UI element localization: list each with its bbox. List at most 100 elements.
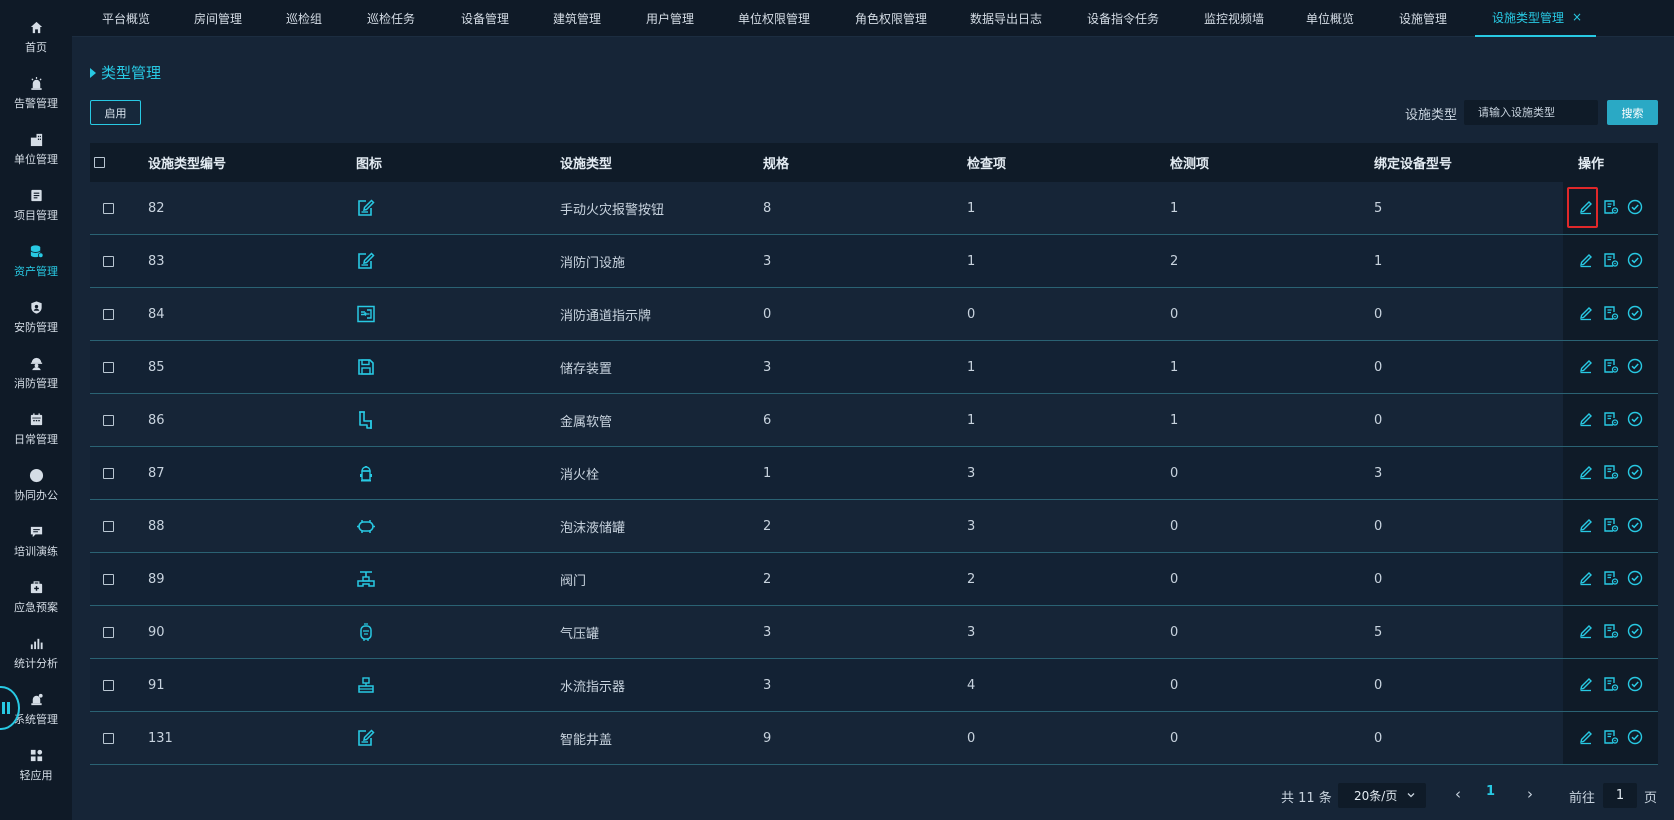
edit-button[interactable] — [1577, 518, 1594, 535]
config-button[interactable] — [1602, 358, 1619, 376]
tab[interactable]: 房间管理 — [194, 0, 242, 37]
tab[interactable]: 巡检组 — [286, 0, 322, 37]
row-checkbox[interactable] — [103, 467, 114, 479]
sidebar-item[interactable]: 资产管理 — [0, 233, 72, 289]
tab[interactable]: 设施类型管理 × — [1475, 0, 1597, 37]
row-checkbox[interactable] — [103, 361, 114, 373]
edit-button[interactable] — [1577, 412, 1594, 429]
sidebar-item[interactable]: 应急预案 — [0, 569, 72, 625]
sidebar-item[interactable]: 项目管理 — [0, 177, 72, 233]
tab[interactable]: 监控视频墙 — [1204, 0, 1264, 37]
sidebar-item[interactable]: 培训演练 — [0, 513, 72, 569]
enable-row-button[interactable] — [1626, 570, 1643, 588]
row-checkbox[interactable] — [103, 679, 114, 691]
edit-button[interactable] — [1577, 359, 1594, 376]
prev-page-button[interactable]: ‹ — [1449, 784, 1467, 804]
enable-row-button[interactable] — [1626, 464, 1643, 482]
enable-row-button[interactable] — [1626, 252, 1643, 272]
cell-check: 1 — [967, 253, 976, 269]
select-all-checkbox[interactable] — [94, 157, 105, 168]
edit-button[interactable] — [1577, 571, 1594, 588]
search-button[interactable]: 搜索 — [1607, 100, 1658, 125]
edit-button[interactable] — [1577, 624, 1594, 641]
tab[interactable]: 建筑管理 — [553, 0, 601, 37]
sidebar-item[interactable]: 协同办公 — [0, 457, 72, 513]
row-checkbox[interactable] — [103, 414, 114, 426]
enable-row-button[interactable] — [1626, 676, 1643, 694]
enable-row-button[interactable] — [1626, 411, 1643, 431]
edit-button[interactable] — [1577, 253, 1594, 270]
cell-model: 0 — [1374, 412, 1383, 428]
check-circle-icon — [1627, 411, 1643, 431]
edit-button[interactable] — [1577, 730, 1594, 747]
tab[interactable]: 设备指令任务 — [1087, 0, 1159, 37]
goto-page-input[interactable] — [1603, 783, 1637, 808]
enable-row-button[interactable] — [1626, 358, 1643, 376]
cell-spec: 6 — [763, 412, 772, 428]
doc-settings-icon — [1603, 676, 1619, 696]
sidebar-item-label: 消防管理 — [14, 377, 58, 390]
current-page[interactable]: 1 — [1486, 784, 1495, 799]
edit-button[interactable] — [1577, 465, 1594, 482]
config-button[interactable] — [1602, 517, 1619, 535]
config-button[interactable] — [1602, 199, 1619, 217]
cell-id: 83 — [148, 253, 165, 269]
row-checkbox[interactable] — [103, 732, 114, 744]
sidebar-item[interactable]: 安防管理 — [0, 289, 72, 345]
edit-button[interactable] — [1577, 306, 1594, 323]
row-checkbox[interactable] — [103, 308, 114, 320]
config-button[interactable] — [1602, 676, 1619, 696]
sidebar-item-label: 资产管理 — [14, 265, 58, 278]
page-size-select[interactable]: 20条/页 — [1338, 783, 1426, 808]
row-checkbox[interactable] — [103, 520, 114, 532]
cell-model: 5 — [1374, 200, 1383, 216]
sidebar-item[interactable]: 首页 — [0, 9, 72, 65]
config-button[interactable] — [1602, 729, 1619, 747]
tab[interactable]: 平台概览 — [102, 0, 150, 37]
config-button[interactable] — [1602, 464, 1619, 482]
config-button[interactable] — [1602, 411, 1619, 429]
edit-button[interactable] — [1577, 200, 1594, 217]
config-button[interactable] — [1602, 252, 1619, 270]
row-checkbox[interactable] — [103, 626, 114, 638]
sidebar-item[interactable]: 日常管理 — [0, 401, 72, 457]
sidebar-item[interactable]: 告警管理 — [0, 65, 72, 121]
close-icon[interactable]: × — [1572, 10, 1582, 24]
sidebar-item[interactable]: 单位管理 — [0, 121, 72, 177]
sidebar-item[interactable]: 统计分析 — [0, 625, 72, 681]
tab[interactable]: 数据导出日志 — [970, 0, 1042, 37]
edit-button[interactable] — [1577, 677, 1594, 694]
row-checkbox[interactable] — [103, 255, 114, 267]
tab[interactable]: 用户管理 — [646, 0, 694, 37]
table-row: 84 消防通道指示牌 0 0 0 0 — [90, 288, 1658, 341]
cell-type: 储存装置 — [560, 361, 613, 377]
enable-button[interactable]: 启用 — [90, 100, 141, 125]
sidebar-item[interactable]: 消防管理 — [0, 345, 72, 401]
enable-row-button[interactable] — [1626, 517, 1643, 535]
next-page-button[interactable]: › — [1521, 784, 1539, 804]
tab[interactable]: 巡检任务 — [367, 0, 415, 37]
cell-type: 水流指示器 — [560, 679, 626, 695]
tab[interactable]: 设备管理 — [461, 0, 509, 37]
enable-row-button[interactable] — [1626, 305, 1643, 323]
tab[interactable]: 设施管理 — [1399, 0, 1447, 37]
config-button[interactable] — [1602, 570, 1619, 588]
table-row: 82 手动火灾报警按钮 8 1 1 5 — [90, 182, 1658, 235]
sidebar-item[interactable]: 轻应用 — [0, 737, 72, 793]
tab[interactable]: 单位概览 — [1306, 0, 1354, 37]
config-button[interactable] — [1602, 623, 1619, 641]
tab[interactable]: 单位权限管理 — [738, 0, 810, 37]
row-checkbox[interactable] — [103, 573, 114, 585]
sidebar-item-label: 首页 — [25, 41, 47, 54]
check-circle-icon — [1627, 252, 1643, 272]
enable-row-button[interactable] — [1626, 729, 1643, 747]
enable-row-button[interactable] — [1626, 199, 1643, 217]
cell-id: 88 — [148, 518, 165, 534]
tab-label: 设施管理 — [1399, 11, 1448, 26]
tab[interactable]: 角色权限管理 — [855, 0, 927, 37]
row-checkbox[interactable] — [103, 202, 114, 214]
search-input[interactable] — [1464, 100, 1598, 125]
enable-row-button[interactable] — [1626, 623, 1643, 641]
cell-check: 4 — [967, 677, 976, 693]
config-button[interactable] — [1602, 305, 1619, 323]
